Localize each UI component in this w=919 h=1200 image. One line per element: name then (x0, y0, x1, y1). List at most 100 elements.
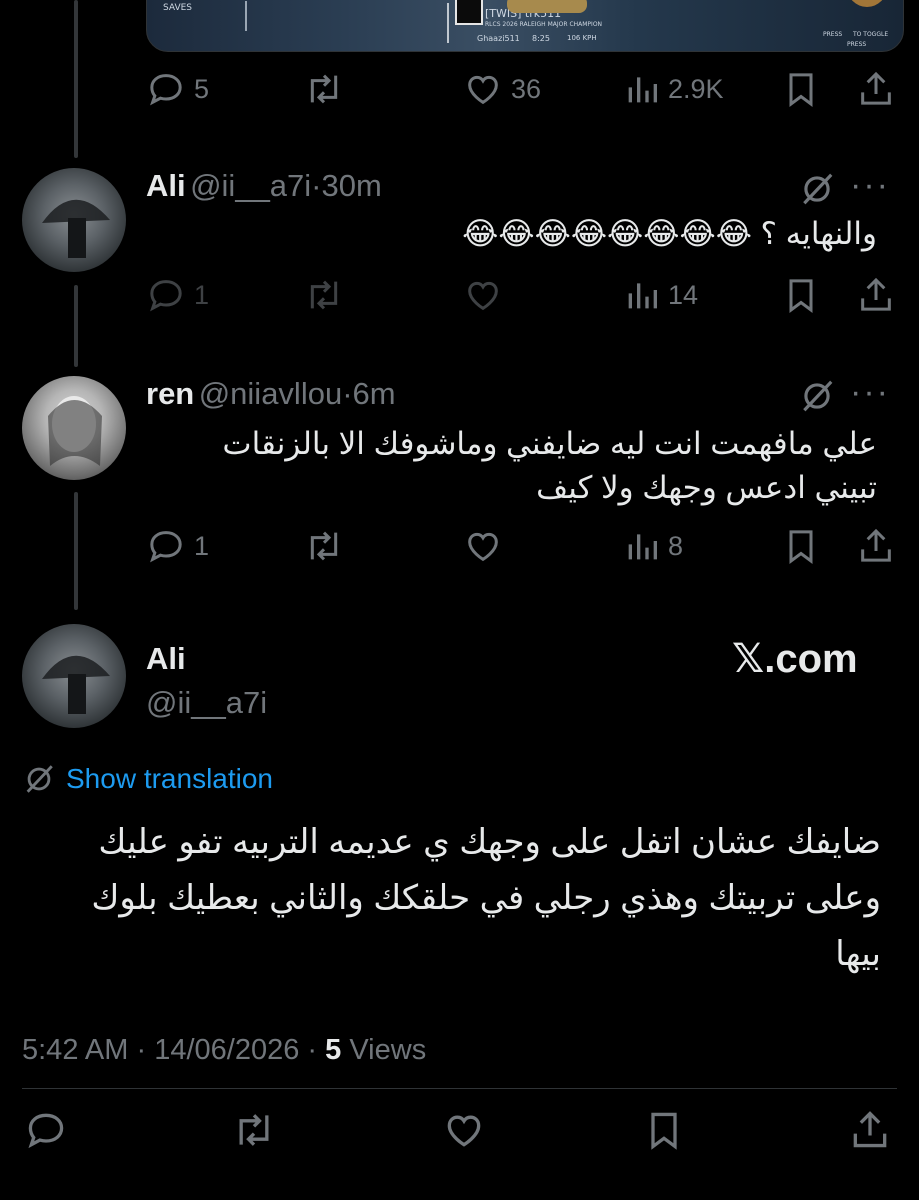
post-time[interactable]: 5:42 AM (22, 1034, 128, 1066)
timestamp-row: 5:42 AM · 14/06/2026 · 5 Views (22, 1034, 426, 1067)
reply1-name[interactable]: Ali (146, 168, 186, 203)
hud-boost (847, 0, 887, 7)
hud-speed: 106 KPH (567, 34, 597, 42)
show-translation-link[interactable]: Show translation (66, 763, 273, 795)
reply-button[interactable]: 5 (146, 69, 209, 109)
main-action-bar (0, 1108, 919, 1152)
reply2-handle[interactable]: @niiavllou (199, 376, 342, 411)
reply-count: 5 (194, 73, 210, 104)
media-preview[interactable]: SAVES [TWIS] trk511 RLCS 2026 RALEIGH MA… (146, 0, 904, 52)
views-button[interactable]: 2.9K (624, 69, 724, 109)
views-icon (628, 283, 657, 309)
reply1-action-bar: 1 14 (0, 275, 919, 319)
like-button[interactable] (463, 275, 503, 315)
bookmark-icon (789, 530, 813, 564)
retweet-icon (239, 1114, 269, 1146)
retweet-icon (310, 74, 338, 104)
bookmark-icon (789, 279, 813, 313)
more-icon[interactable]: ··· (850, 373, 890, 412)
main-name[interactable]: Ali (146, 641, 186, 677)
share-button[interactable] (856, 69, 896, 109)
anime-girl-icon (48, 396, 102, 466)
post-date[interactable]: 14/06/2026 (154, 1034, 299, 1066)
views-count: 14 (668, 279, 699, 310)
hud-car (507, 0, 587, 13)
reply2-text-line2: تبيني ادعس وجهك ولا كيف (536, 470, 877, 505)
umbrella-figure-icon (42, 655, 110, 714)
avatar-ali[interactable] (22, 168, 126, 272)
sep-dot: · (136, 1034, 147, 1066)
reply1-header: Ali @ii__a7i·30m (146, 168, 382, 204)
share-icon (861, 277, 891, 311)
heart-icon (468, 532, 498, 562)
grok-slash-icon[interactable] (798, 170, 836, 208)
views-button[interactable]: 14 (624, 275, 698, 315)
retweet-button[interactable] (302, 526, 346, 566)
hud-bar (245, 1, 247, 31)
retweet-button[interactable] (302, 275, 346, 315)
share-button[interactable] (856, 526, 896, 566)
share-button[interactable] (856, 275, 896, 315)
views-count: 5 (325, 1034, 342, 1066)
reply-button[interactable]: 1 (146, 275, 209, 315)
main-text-line2: وعلى تربيتك وهذي رجلي في حلقكك والثاني ب… (91, 879, 881, 917)
main-text-line1: ضايفك عشان اتفل على وجهك ي عديمه التربيه… (98, 823, 881, 861)
reply2-time[interactable]: 6m (353, 376, 396, 411)
main-text-line3: بيها (835, 935, 881, 973)
reply1-text: والنهايه ؟ 😂😂😂😂😂😂😂😂 (462, 216, 877, 251)
avatar-ren[interactable] (22, 376, 126, 480)
retweet-button[interactable] (302, 69, 346, 109)
hud-center-box (455, 0, 483, 25)
hud-name2: Ghaazi511 (477, 34, 520, 43)
divider (22, 1088, 897, 1089)
like-count: 36 (511, 73, 542, 104)
avatar-ali-main[interactable] (22, 624, 126, 728)
views-count: 2.9K (668, 73, 724, 104)
bookmark-button[interactable] (781, 69, 821, 109)
reply1-time[interactable]: 30m (322, 168, 382, 203)
hud-toggle: TO TOGGLE (853, 31, 889, 38)
retweet-button[interactable] (230, 1108, 278, 1152)
reply-icon (150, 531, 182, 563)
views-count: 8 (668, 530, 684, 561)
share-icon (861, 528, 891, 562)
more-icon[interactable]: ··· (850, 166, 890, 205)
reply-button[interactable] (24, 1108, 68, 1152)
bookmark-button[interactable] (781, 275, 821, 315)
reply-count: 1 (194, 279, 210, 310)
brand-watermark: 𝕏.com (732, 637, 858, 681)
share-icon (853, 1111, 887, 1148)
hud-scoreboard (447, 3, 449, 43)
translate-slash-icon (26, 765, 53, 793)
bookmark-icon (789, 73, 813, 107)
reply-icon (150, 280, 182, 312)
reply1-sep: · (311, 168, 322, 203)
reply2-action-bar: 1 8 (0, 526, 919, 570)
heart-icon (447, 1115, 481, 1147)
like-button[interactable] (442, 1108, 486, 1152)
reply1-handle[interactable]: @ii__a7i (190, 168, 311, 203)
bookmark-button[interactable] (642, 1108, 686, 1152)
show-translation-row[interactable]: Show translation (22, 762, 273, 796)
views-label[interactable]: Views (349, 1034, 426, 1066)
views-button[interactable]: 8 (624, 526, 683, 566)
hud-saves: SAVES (163, 3, 193, 13)
hud-time: 8:25 (532, 34, 550, 43)
reply-icon (150, 74, 182, 106)
reply-button[interactable]: 1 (146, 526, 209, 566)
like-button[interactable] (463, 526, 503, 566)
reply2-sep: · (342, 376, 353, 411)
hud-event: RLCS 2026 RALEIGH MAJOR CHAMPION (485, 21, 603, 28)
reply2-header: ren @niiavllou·6m (146, 376, 396, 412)
reply2-name[interactable]: ren (146, 376, 194, 411)
reply-icon (28, 1113, 64, 1149)
bookmark-button[interactable] (781, 526, 821, 566)
views-icon (628, 534, 657, 560)
reply2-text-line1: علي مافهمت انت ليه ضايفني وماشوفك الا با… (222, 426, 877, 461)
views-icon (628, 77, 657, 103)
main-handle[interactable]: @ii__a7i (146, 685, 267, 721)
like-button[interactable]: 36 (463, 69, 541, 109)
heart-icon (468, 281, 498, 311)
share-button[interactable] (848, 1108, 892, 1152)
grok-slash-icon[interactable] (798, 377, 836, 415)
